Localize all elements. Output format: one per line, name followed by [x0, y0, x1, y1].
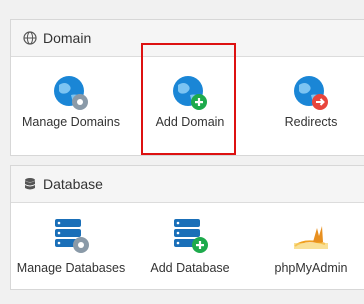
- manage-databases-link[interactable]: Manage Databases: [11, 203, 131, 301]
- database-panel-title: Database: [43, 176, 103, 192]
- redirects-link[interactable]: Redirects: [251, 57, 364, 155]
- database-panel-header: Database: [11, 166, 364, 203]
- manage-domains-link[interactable]: Manage Domains: [11, 57, 131, 155]
- database-panel: Database Manage Databases Add Database p…: [10, 165, 364, 290]
- database-plus-icon: [174, 219, 208, 253]
- globe-gear-icon: [54, 76, 88, 110]
- phpmyadmin-logo-icon: [294, 226, 328, 249]
- phpmyadmin-label: phpMyAdmin: [274, 261, 348, 275]
- add-domain-link[interactable]: Add Domain: [130, 57, 250, 155]
- redirects-label: Redirects: [284, 115, 338, 129]
- domain-panel: Domain Manage Domains Add Domain Redirec…: [10, 19, 364, 156]
- globe-plus-icon: [173, 76, 207, 110]
- phpmyadmin-link[interactable]: phpMyAdmin: [251, 203, 364, 301]
- globe-redirect-icon: [294, 76, 328, 110]
- add-domain-label: Add Domain: [155, 115, 225, 129]
- database-icon: [25, 178, 35, 190]
- manage-databases-label: Manage Databases: [16, 261, 126, 275]
- add-database-label: Add Database: [150, 261, 230, 275]
- domain-panel-header: Domain: [11, 20, 364, 57]
- database-gear-icon: [55, 219, 89, 253]
- domain-panel-title: Domain: [43, 30, 92, 46]
- manage-domains-label: Manage Domains: [22, 115, 120, 129]
- add-database-link[interactable]: Add Database: [130, 203, 250, 301]
- globe-icon: [23, 31, 37, 45]
